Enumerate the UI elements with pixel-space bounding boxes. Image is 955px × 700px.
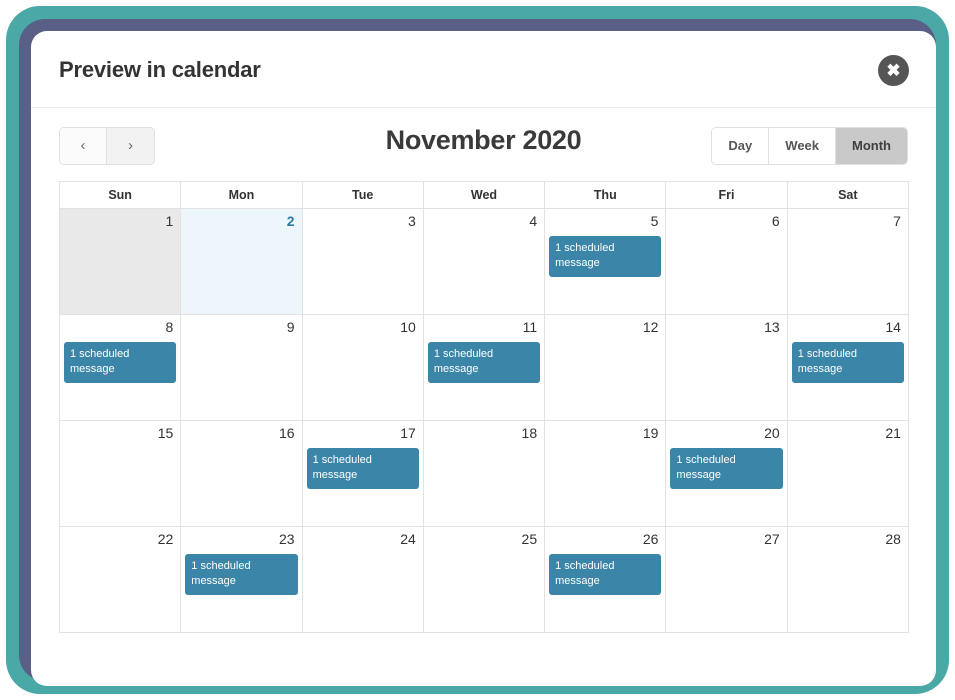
day-cell-25[interactable]: 25 [423, 527, 546, 633]
day-number: 17 [400, 425, 416, 441]
view-button-day[interactable]: Day [712, 128, 770, 164]
day-number: 5 [650, 213, 659, 229]
preview-calendar-modal: Preview in calendar ✖ ‹ › November 2020 … [31, 31, 936, 686]
week-rows: 123451 scheduled message 6 7 8 1 scheduled m… [60, 209, 909, 633]
day-cell-10[interactable]: 10 [302, 315, 424, 421]
day-number: 12 [642, 319, 659, 335]
weekday-header-sun: Sun [60, 182, 182, 209]
day-cell-21[interactable]: 21 [787, 421, 909, 527]
day-number: 4 [529, 213, 538, 229]
day-cell-18[interactable]: 18 [423, 421, 546, 527]
day-cell-4[interactable]: 4 [423, 209, 546, 315]
close-x-glyph: ✖ [886, 61, 901, 80]
day-number: 7 [893, 213, 901, 229]
event-chip[interactable]: 1 scheduled message [549, 236, 662, 277]
day-cell-23[interactable]: 23 1 scheduled message [181, 527, 303, 633]
event-chip[interactable]: 1 scheduled message [306, 448, 419, 489]
weekday-header-sat: Sat [787, 182, 909, 209]
day-cell-3[interactable]: 3 [302, 209, 424, 315]
close-icon[interactable]: ✖ [878, 55, 909, 86]
day-cell-22[interactable]: 22 [60, 527, 182, 633]
day-cell-9[interactable]: 9 [181, 315, 303, 421]
day-cell-26[interactable]: 26 1 scheduled message [545, 527, 667, 633]
week-row: 15 16 17 1 scheduled message 18 19 20 1 schedul… [60, 421, 909, 527]
day-number: 28 [885, 531, 901, 547]
event-chip[interactable]: 1 scheduled message [427, 342, 541, 383]
day-cell-5[interactable]: 5 1 scheduled message [545, 209, 667, 315]
day-cell-28[interactable]: 28 [787, 527, 909, 633]
weekday-header-wed: Wed [423, 182, 546, 209]
week-row: 22 23 1 scheduled message 24 25 26 1 scheduled… [60, 527, 909, 633]
page-title: Preview in calendar [59, 57, 261, 82]
day-number: 22 [157, 531, 174, 547]
week-row: 1 2 3 4 5 1 scheduled message 6 7 [60, 209, 909, 315]
day-number: 6 [771, 213, 780, 229]
calendar-grid: Sun Mon Tue Wed Thu Fri Sat 123451 scheduled m… [59, 181, 909, 633]
day-cell-15[interactable]: 15 [60, 421, 182, 527]
day-number: 9 [286, 319, 295, 335]
day-number: 14 [885, 319, 901, 335]
week-row: 8 1 scheduled message 9 10 11 1 scheduled mes… [60, 315, 909, 421]
event-chip[interactable]: 1 scheduled message [185, 554, 298, 595]
day-cell-2[interactable]: 2 [181, 209, 303, 315]
day-cell-1[interactable]: 1 [60, 209, 182, 315]
day-cell-17[interactable]: 17 1 scheduled message [302, 421, 424, 527]
day-cell-13[interactable]: 13 [666, 315, 788, 421]
day-cell-24[interactable]: 24 [302, 527, 424, 633]
device-frame: Preview in calendar ✖ ‹ › November 2020 … [6, 6, 949, 694]
day-cell-11[interactable]: 11 1 scheduled message [423, 315, 546, 421]
day-number: 19 [642, 425, 659, 441]
event-chip[interactable]: 1 scheduled message [64, 342, 177, 383]
day-number: 11 [522, 319, 538, 335]
day-cell-16[interactable]: 16 [181, 421, 303, 527]
day-cell-20[interactable]: 20 1 scheduled message [666, 421, 788, 527]
modal-header: Preview in calendar ✖ [31, 31, 936, 108]
day-cell-19[interactable]: 19 [545, 421, 667, 527]
weekday-header-row: Sun Mon Tue Wed Thu Fri Sat [60, 182, 909, 209]
day-number: 18 [521, 425, 538, 441]
event-chip[interactable]: 1 scheduled message [791, 342, 904, 383]
weekday-header-fri: Fri [666, 182, 788, 209]
day-cell-8[interactable]: 8 1 scheduled message [60, 315, 182, 421]
view-button-month[interactable]: Month [836, 128, 907, 164]
weekday-header-thu: Thu [545, 182, 667, 209]
day-cell-27[interactable]: 27 [666, 527, 788, 633]
day-number: 21 [885, 425, 901, 441]
day-number: 23 [278, 531, 295, 547]
weekday-header-tue: Tue [302, 182, 424, 209]
day-number: 3 [408, 213, 416, 229]
event-chip[interactable]: 1 scheduled message [549, 554, 662, 595]
day-number: 15 [157, 425, 174, 441]
view-button-week[interactable]: Week [769, 128, 837, 164]
day-number: 2 [286, 213, 295, 229]
day-number: 16 [278, 425, 295, 441]
day-number: 27 [764, 531, 780, 547]
day-number: 10 [400, 319, 416, 335]
day-cell-7[interactable]: 7 [787, 209, 909, 315]
day-cell-12[interactable]: 12 [545, 315, 667, 421]
day-number: 13 [764, 319, 780, 335]
day-number: 8 [165, 319, 174, 335]
day-number: 24 [400, 531, 416, 547]
event-chip[interactable]: 1 scheduled message [670, 448, 783, 489]
calendar-toolbar: ‹ › November 2020 Day Week Month [31, 108, 936, 182]
day-number: 26 [642, 531, 659, 547]
weekday-header-mon: Mon [181, 182, 303, 209]
day-number: 20 [764, 425, 780, 441]
day-number: 25 [521, 531, 538, 547]
day-cell-6[interactable]: 6 [666, 209, 788, 315]
day-cell-14[interactable]: 14 1 scheduled message [787, 315, 909, 421]
view-switcher: Day Week Month [711, 127, 908, 165]
day-number: 1 [165, 213, 174, 229]
